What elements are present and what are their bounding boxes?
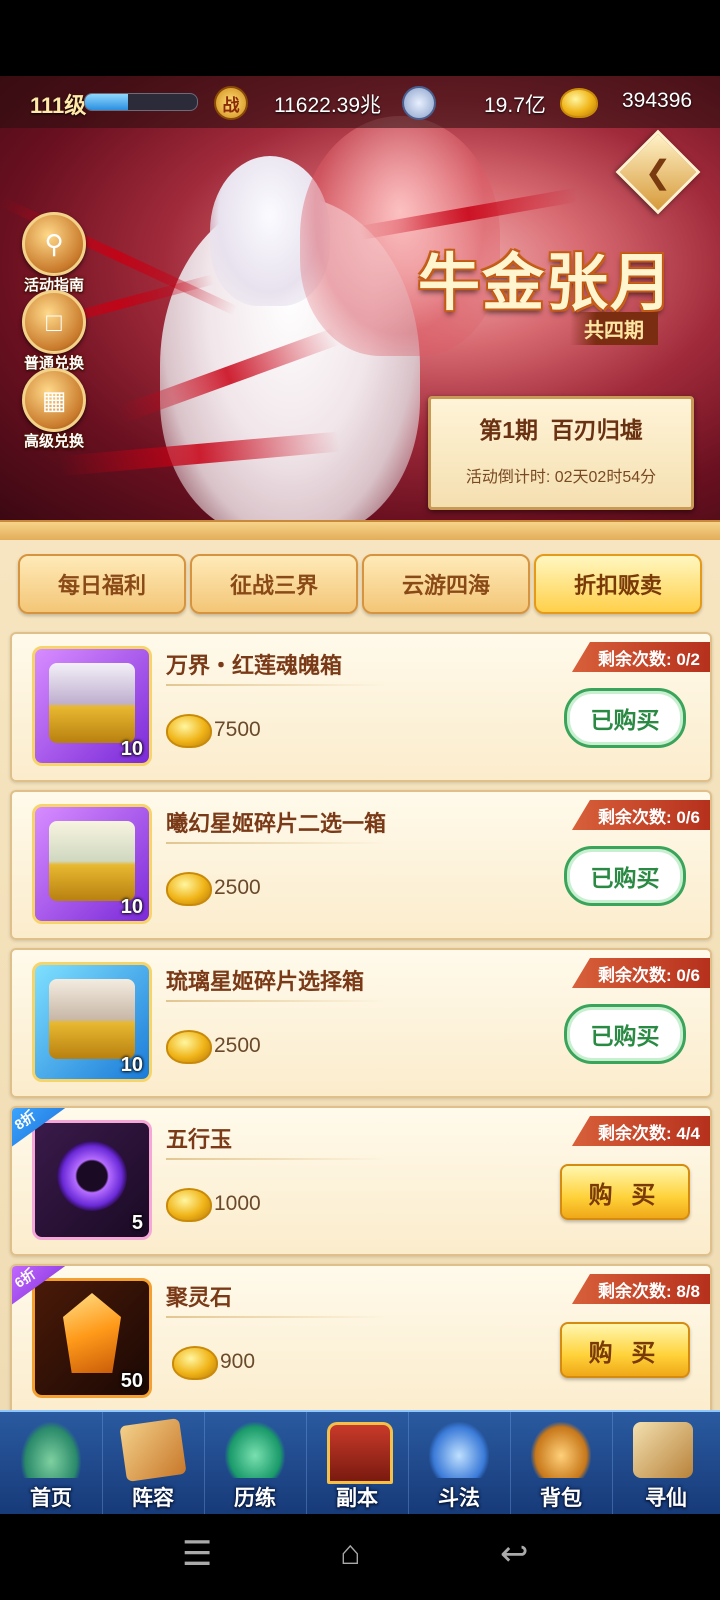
gate-icon: [327, 1422, 393, 1484]
item-quantity: 10: [120, 896, 143, 918]
nav-battle[interactable]: 斗法: [408, 1412, 511, 1516]
list-item: 10 曦幻星姬碎片二选一箱 2500 剩余次数: 0/6 已购买: [10, 790, 712, 940]
event-countdown: 活动倒计时: 02天02时54分: [465, 469, 657, 486]
item-name: 曦幻星姬碎片二选一箱: [166, 811, 387, 836]
tab-daily-welfare[interactable]: 每日福利: [18, 554, 186, 614]
advanced-exchange-label: 高级兑换: [23, 433, 84, 450]
status-bar: [0, 0, 720, 76]
item-price: 2500: [214, 1034, 261, 1057]
player-level: 111级: [30, 93, 87, 118]
xp-bar: [84, 93, 198, 111]
nav-lineup[interactable]: 阵容: [102, 1412, 205, 1516]
item-name: 五行玉: [166, 1127, 233, 1152]
gold-ingot-icon: [172, 1346, 218, 1380]
item-icon: 5: [32, 1120, 152, 1240]
tab-travel[interactable]: 云游四海: [362, 554, 530, 614]
item-price: 1000: [214, 1192, 261, 1215]
event-phase: 第1期 百刃归墟: [479, 417, 643, 443]
gold-ingot-icon: [166, 872, 212, 906]
jade-ring-icon: [57, 1141, 127, 1211]
nav-bag[interactable]: 背包: [510, 1412, 613, 1516]
home-mountain-icon: [21, 1422, 81, 1478]
tab-discount-sale[interactable]: 折扣贩卖: [534, 554, 702, 614]
item-name: 万界・红莲魂魄箱: [166, 653, 343, 678]
tab-conquest[interactable]: 征战三界: [190, 554, 358, 614]
list-item: 10 万界・红莲魂魄箱 7500 剩余次数: 0/2 已购买: [10, 632, 712, 782]
chevron-left-icon: ❮: [644, 154, 672, 190]
list-item: 50 6折 聚灵石 900 剩余次数: 8/8 购 买: [10, 1264, 712, 1418]
item-icon: 50: [32, 1278, 152, 1398]
gift-box-icon: □: [22, 290, 86, 354]
item-name: 琉璃星姬碎片选择箱: [166, 969, 365, 994]
gold-value: 394396: [622, 89, 693, 112]
magnifier-icon: ⚲: [22, 212, 86, 276]
purchased-button[interactable]: 已购买: [564, 846, 686, 906]
gold-ingot-icon: [166, 1030, 212, 1064]
purchased-button[interactable]: 已购买: [564, 688, 686, 748]
system-nav-bar: ☰ ⌂ ↩: [0, 1514, 720, 1600]
buy-button[interactable]: 购 买: [560, 1164, 690, 1220]
silver-coin-icon: [402, 86, 436, 120]
item-quantity: 5: [131, 1212, 143, 1234]
item-icon: 10: [32, 962, 152, 1082]
event-subtitle: 共四期: [570, 312, 658, 345]
cards-icon: [119, 1418, 187, 1482]
battle-icon: 战: [214, 86, 248, 120]
item-icon: 10: [32, 646, 152, 766]
item-quantity: 10: [120, 1054, 143, 1076]
menu-icon[interactable]: ☰: [182, 1534, 212, 1574]
list-item: 10 琉璃星姬碎片选择箱 2500 剩余次数: 0/6 已购买: [10, 948, 712, 1098]
gourd-icon: [225, 1422, 285, 1478]
treasure-chest-icon: [49, 979, 135, 1059]
treasure-chest-icon: [49, 663, 135, 743]
item-name: 聚灵石: [166, 1285, 233, 1310]
gift-icon: ▦: [22, 368, 86, 432]
nav-home[interactable]: 首页: [0, 1412, 103, 1516]
sword-altar-icon: [429, 1422, 489, 1478]
item-quantity: 10: [120, 738, 143, 760]
gold-ingot-icon: [166, 1188, 212, 1222]
tab-bar: 每日福利 征战三界 云游四海 折扣贩卖: [18, 554, 702, 614]
item-icon: 10: [32, 804, 152, 924]
remaining-count: 剩余次数: 0/6: [571, 958, 710, 988]
scroll-icon: [633, 1422, 693, 1478]
nav-dungeon[interactable]: 副本: [306, 1412, 409, 1516]
power-value: 11622.39兆: [274, 94, 382, 117]
item-quantity: 50: [120, 1370, 143, 1392]
gold-ingot-icon: [560, 88, 598, 118]
list-item: 5 8折 五行玉 1000 剩余次数: 4/4 购 买: [10, 1106, 712, 1256]
item-price: 2500: [214, 876, 261, 899]
item-price: 900: [220, 1350, 256, 1373]
treasure-chest-icon: [49, 821, 135, 901]
nav-training[interactable]: 历练: [204, 1412, 307, 1516]
bag-icon: [531, 1422, 591, 1478]
activity-guide-button[interactable]: ⚲ 活动指南: [18, 212, 90, 295]
remaining-count: 剩余次数: 0/2: [571, 642, 710, 672]
remaining-count: 剩余次数: 8/8: [571, 1274, 710, 1304]
purchased-button[interactable]: 已购买: [564, 1004, 686, 1064]
coin-value: 19.7亿: [484, 94, 546, 117]
back-icon[interactable]: ↩: [500, 1534, 529, 1574]
event-info-panel: 第1期 百刃归墟 活动倒计时: 02天02时54分: [428, 396, 694, 510]
remaining-count: 剩余次数: 4/4: [571, 1116, 710, 1146]
remaining-count: 剩余次数: 0/6: [571, 800, 710, 830]
normal-exchange-button[interactable]: □ 普通兑换: [18, 290, 90, 373]
home-icon[interactable]: ⌂: [340, 1534, 361, 1573]
bottom-nav: 首页 阵容 历练 副本 斗法 背包 寻仙: [0, 1410, 720, 1516]
item-price: 7500: [214, 718, 261, 741]
gold-ingot-icon: [166, 714, 212, 748]
buy-button[interactable]: 购 买: [560, 1322, 690, 1378]
event-title: 牛金张月: [418, 249, 675, 318]
spirit-stone-icon: [63, 1293, 121, 1373]
advanced-exchange-button[interactable]: ▦ 高级兑换: [18, 368, 90, 451]
nav-seek-immortal[interactable]: 寻仙: [612, 1412, 720, 1516]
